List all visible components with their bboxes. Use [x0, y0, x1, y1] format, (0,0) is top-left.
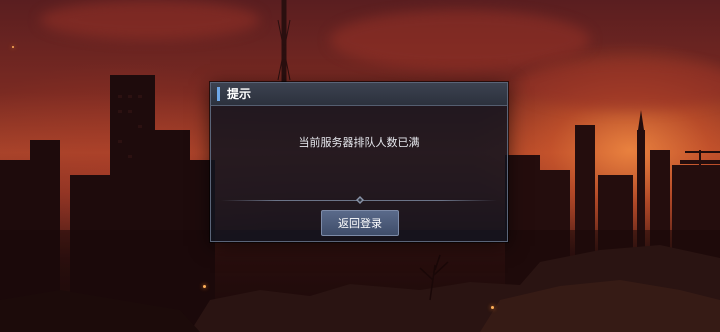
ember-particle: [491, 306, 494, 309]
return-to-login-button[interactable]: 返回登录: [321, 210, 399, 236]
diamond-ornament-icon: [356, 196, 364, 204]
ember-particle: [12, 46, 14, 48]
dialog-header: 提示: [211, 83, 507, 106]
ember-particle: [203, 285, 206, 288]
title-accent-bar: [217, 87, 220, 101]
dialog-message: 当前服务器排队人数已满: [298, 136, 420, 149]
background-scene: 提示 当前服务器排队人数已满 返回登录: [0, 0, 720, 332]
queue-full-dialog: 提示 当前服务器排队人数已满 返回登录: [210, 82, 508, 242]
dialog-title: 提示: [227, 87, 252, 101]
